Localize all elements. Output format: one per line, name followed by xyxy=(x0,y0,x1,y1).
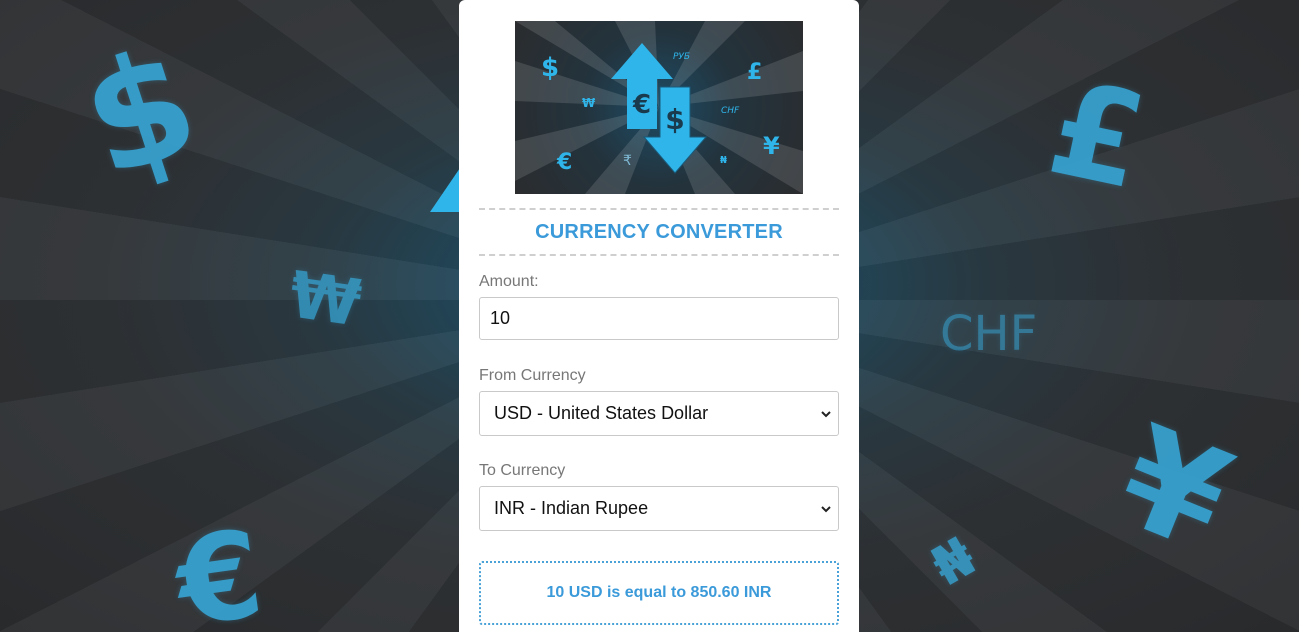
hero-rub: РУБ xyxy=(673,52,690,62)
from-currency-label: From Currency xyxy=(479,367,586,384)
conversion-result-box: 10 USD is equal to 850.60 INR xyxy=(479,561,839,625)
to-currency-value: INR - Indian Rupee xyxy=(494,498,649,518)
bg-naira-symbol: ₦ xyxy=(921,524,986,599)
chevron-down-icon xyxy=(821,410,831,417)
amount-input[interactable] xyxy=(479,297,839,340)
hero-naira: ₦ xyxy=(720,155,727,166)
hero-dollar-glyph: $ xyxy=(665,103,684,136)
bg-chf-symbol: CHF xyxy=(940,306,1038,362)
bg-yen-symbol: ¥ xyxy=(1098,395,1250,584)
from-currency-select[interactable]: USD - United States Dollar xyxy=(479,391,839,436)
bg-dollar-symbol: $ xyxy=(63,14,217,212)
hero-pound: £ xyxy=(747,60,762,85)
hero-euro-glyph: € xyxy=(632,90,651,120)
currency-exchange-illustration: € $ $ РУБ £ ₩ CHF € ₹ ₦ ¥ xyxy=(515,21,803,194)
hero-small-dollar: $ xyxy=(541,53,559,83)
to-currency-label: To Currency xyxy=(479,462,566,479)
bg-arrow-tip-shape xyxy=(430,168,460,212)
amount-label: Amount: xyxy=(479,273,539,290)
currency-exchange-image: € $ $ РУБ £ ₩ CHF € ₹ ₦ ¥ xyxy=(515,21,803,194)
title-section: CURRENCY CONVERTER xyxy=(479,208,839,256)
to-currency-select[interactable]: INR - Indian Rupee xyxy=(479,486,839,531)
converter-card: € $ $ РУБ £ ₩ CHF € ₹ ₦ ¥ CURRENCY CONVE… xyxy=(459,0,859,632)
conversion-result-text: 10 USD is equal to 850.60 INR xyxy=(546,584,772,601)
bg-euro-symbol: € xyxy=(168,504,271,632)
from-currency-value: USD - United States Dollar xyxy=(494,403,709,423)
page-title: CURRENCY CONVERTER xyxy=(535,220,783,243)
hero-rupee: ₹ xyxy=(623,153,632,169)
hero-won: ₩ xyxy=(582,96,596,110)
hero-euro: € xyxy=(556,150,572,175)
bg-pound-symbol: £ xyxy=(1037,51,1158,219)
bg-won-symbol: ₩ xyxy=(285,258,366,342)
hero-chf: CHF xyxy=(721,106,740,116)
hero-yen: ¥ xyxy=(763,132,780,160)
chevron-down-icon xyxy=(821,505,831,512)
